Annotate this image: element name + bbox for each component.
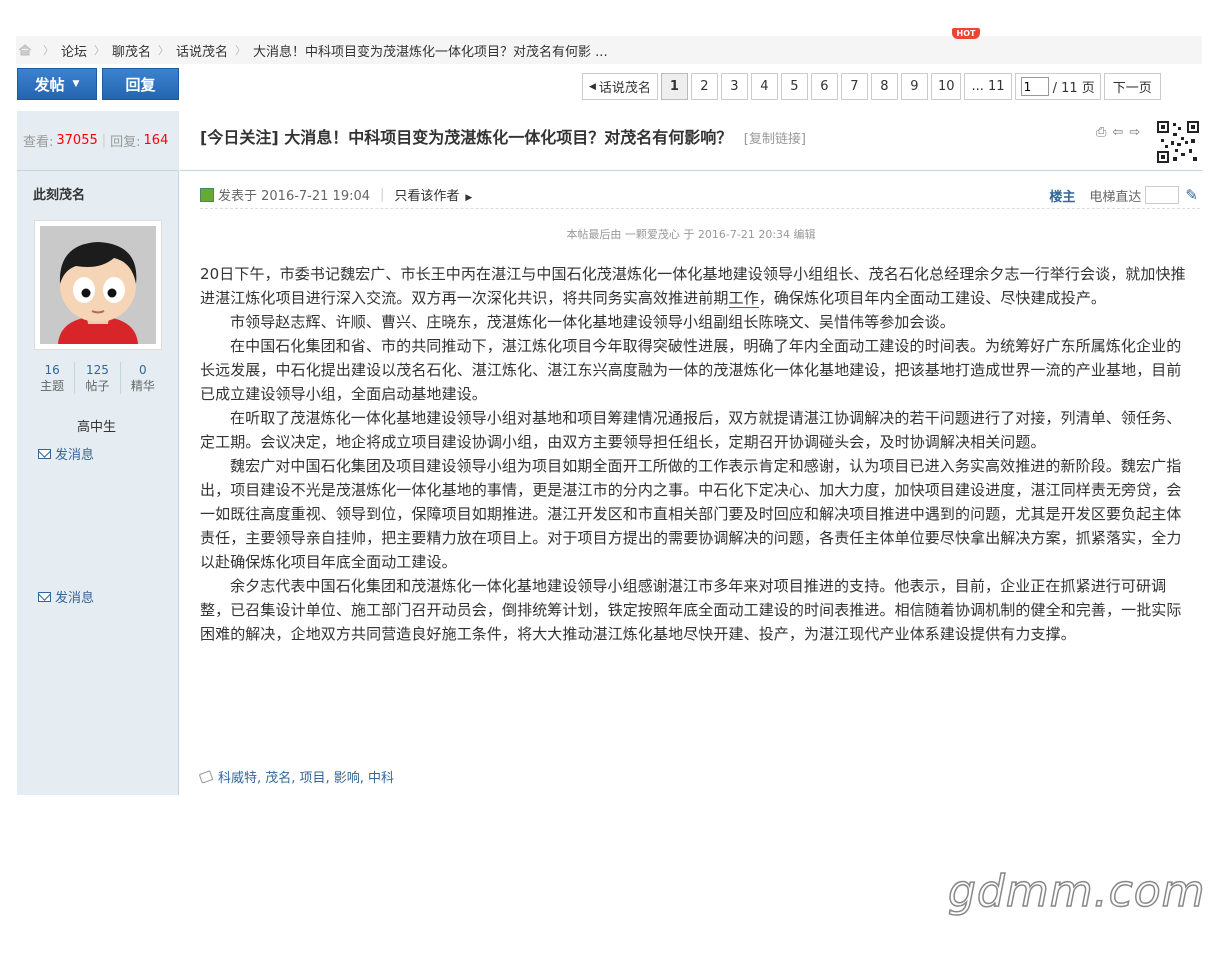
breadcrumb: 〉 论坛 〉 聊茂名 〉 话说茂名 〉 大消息！中科项目变为茂湛炼化一体化项目？… (16, 36, 1202, 64)
author-posts-label: 帖子 (85, 379, 110, 393)
page-link-8[interactable]: 8 (870, 73, 898, 100)
stats-separator: | (101, 133, 107, 148)
page-link-10[interactable]: 10 (930, 73, 962, 100)
send-message-link[interactable]: 发消息 (38, 444, 94, 463)
chevron-right-icon: ▶ (465, 193, 473, 203)
page-jump: / 11 页 (1014, 73, 1101, 100)
mail-icon (38, 591, 51, 602)
new-post-label: 发帖 (34, 75, 65, 94)
page-link-5[interactable]: 5 (780, 73, 808, 100)
page-link-6[interactable]: 6 (810, 73, 838, 100)
meta-separator: | (380, 187, 385, 202)
send-message-label: 发消息 (55, 448, 95, 463)
chevron-left-icon: ◀ (589, 81, 596, 92)
new-post-button[interactable]: 发帖 ▼ (17, 68, 97, 100)
qr-code-icon[interactable] (1155, 119, 1201, 165)
breadcrumb-thread[interactable]: 大消息！中科项目变为茂湛炼化一体化项目？对茂名有何影 ... (253, 41, 608, 60)
replies-label: 回复: (110, 135, 141, 150)
breadcrumb-separator: 〉 (43, 44, 54, 57)
tag-list[interactable]: 科威特, 茂名, 项目, 影响, 中科 (218, 767, 394, 786)
back-to-board-label: 话说茂名 (598, 81, 651, 96)
author-stats: 16 主题 125 帖子 0 精华 (30, 362, 165, 394)
author-threads-count: 16 (44, 363, 60, 377)
views-label: 查看: (23, 135, 54, 150)
author-threads[interactable]: 16 主题 (30, 362, 76, 394)
breadcrumb-forum[interactable]: 论坛 (61, 41, 87, 60)
tag-icon (198, 769, 214, 784)
post-title: [今日关注] 大消息！中科项目变为茂湛炼化一体化项目？对茂名有何影响？ [复制链… (200, 124, 806, 148)
post-icon (200, 187, 214, 202)
paragraph-4: 在听取了茂湛炼化一体化基地建设领导小组对基地和项目筹建情况通报后，双方就提请湛江… (200, 409, 1182, 451)
paragraph-1: 20日下午，市委书记魏宏广、市长王中丙在湛江与中国石化茂湛炼化一体化基地建设领导… (200, 262, 1196, 310)
breadcrumb-separator: 〉 (158, 44, 170, 57)
paragraph-6: 余夕志代表中国石化集团和茂湛炼化一体化基地建设领导小组感谢湛江市多年来对项目推进… (200, 577, 1182, 643)
paragraph-3: 在中国石化集团和省、市的共同推动下，湛江炼化项目今年取得突破性进展，明确了年内全… (200, 337, 1182, 403)
watermark: gdmm.com (947, 865, 1206, 918)
keyword-link[interactable]: 工作 (728, 289, 759, 308)
home-icon[interactable] (18, 44, 32, 56)
mail-icon (38, 448, 51, 459)
send-message-label: 发消息 (55, 591, 95, 606)
edit-note: 本帖最后由 一颗爱茂心 于 2016-7-21 20:34 编辑 (566, 228, 816, 241)
send-message-link-2[interactable]: 发消息 (38, 587, 94, 606)
page-link-7[interactable]: 7 (840, 73, 868, 100)
only-author-label: 只看该作者 (394, 189, 460, 204)
thread-stats: 查看: 37055 | 回复: 164 (17, 111, 179, 171)
prev-thread-icon[interactable]: ⇦ (1112, 125, 1123, 140)
author-digest-label: 精华 (130, 379, 155, 393)
elevator-input[interactable] (1145, 186, 1180, 204)
author-threads-label: 主题 (40, 379, 65, 393)
paragraph-2: 市领导赵志辉、许顺、曹兴、庄晓东，茂湛炼化一体化基地建设领导小组副组长陈晓文、吴… (230, 313, 955, 331)
chevron-down-icon: ▼ (72, 79, 80, 89)
post-meta: 发表于 2016-7-21 19:04 | 只看该作者 ▶ 楼主 电梯直达 ✎ (200, 181, 1200, 209)
post-date: 发表于 2016-7-21 19:04 (218, 189, 371, 204)
breadcrumb-board[interactable]: 话说茂名 (176, 41, 228, 60)
page-link-1[interactable]: 1 (660, 73, 688, 100)
views-count: 37055 (56, 133, 98, 148)
page-jump-input[interactable] (1020, 77, 1049, 96)
next-page-button[interactable]: 下一页 (1103, 73, 1161, 100)
paragraph-1-tail: ，确保炼化项目年内全面动工建设、尽快建成投产。 (758, 289, 1107, 307)
author-name[interactable]: 此刻茂名 (33, 184, 85, 203)
title-actions: ⎙ ⇦ ⇨ (1096, 125, 1140, 140)
post-content: 20日下午，市委书记魏宏广、市长王中丙在湛江与中国石化茂湛炼化一体化基地建设领导… (200, 262, 1196, 646)
breadcrumb-category[interactable]: 聊茂名 (112, 41, 151, 60)
page-link-2[interactable]: 2 (690, 73, 718, 100)
page-link-9[interactable]: 9 (900, 73, 928, 100)
page-link-4[interactable]: 4 (750, 73, 778, 100)
copy-link[interactable]: [复制链接] (744, 132, 806, 147)
post-tags: 科威特, 茂名, 项目, 影响, 中科 (198, 767, 394, 786)
post-title-row: [今日关注] 大消息！中科项目变为茂湛炼化一体化项目？对茂名有何影响？ [复制链… (180, 111, 1202, 171)
author-posts[interactable]: 125 帖子 (75, 362, 121, 394)
pagination: ◀ 话说茂名 1 2 3 4 5 6 7 8 9 10 ... 11 / 11 … (582, 73, 1161, 100)
replies-count: 164 (143, 133, 169, 148)
elevator-label: 电梯直达 (1089, 189, 1142, 205)
only-author-link[interactable]: 只看该作者 ▶ (394, 185, 472, 204)
avatar[interactable] (34, 220, 162, 350)
author-rank: 高中生 (77, 420, 117, 435)
paragraph-5: 魏宏广对中国石化集团及项目建设领导小组为项目如期全面开工所做的工作表示肯定和感谢… (200, 457, 1182, 571)
page-total-label: / 11 页 (1052, 81, 1095, 96)
author-digest[interactable]: 0 精华 (121, 362, 165, 394)
author-posts-count: 125 (86, 363, 109, 377)
floor-label[interactable]: 楼主 (1049, 186, 1075, 205)
reply-label: 回复 (125, 75, 156, 94)
page-link-3[interactable]: 3 (720, 73, 748, 100)
meta-right: 楼主 电梯直达 ✎ (1049, 181, 1198, 209)
breadcrumb-separator: 〉 (94, 44, 106, 57)
hot-badge: HOT (952, 28, 980, 39)
print-icon[interactable]: ⎙ (1096, 125, 1106, 140)
wrench-icon[interactable]: ✎ (1185, 186, 1198, 204)
page-link-last[interactable]: ... 11 (964, 73, 1012, 100)
author-digest-count: 0 (139, 363, 147, 377)
post-title-text: [今日关注] 大消息！中科项目变为茂湛炼化一体化项目？对茂名有何影响？ (200, 128, 733, 147)
next-thread-icon[interactable]: ⇨ (1129, 125, 1140, 140)
breadcrumb-separator: 〉 (235, 44, 247, 57)
reply-button[interactable]: 回复 (102, 68, 179, 100)
back-to-board-link[interactable]: ◀ 话说茂名 (582, 73, 658, 100)
